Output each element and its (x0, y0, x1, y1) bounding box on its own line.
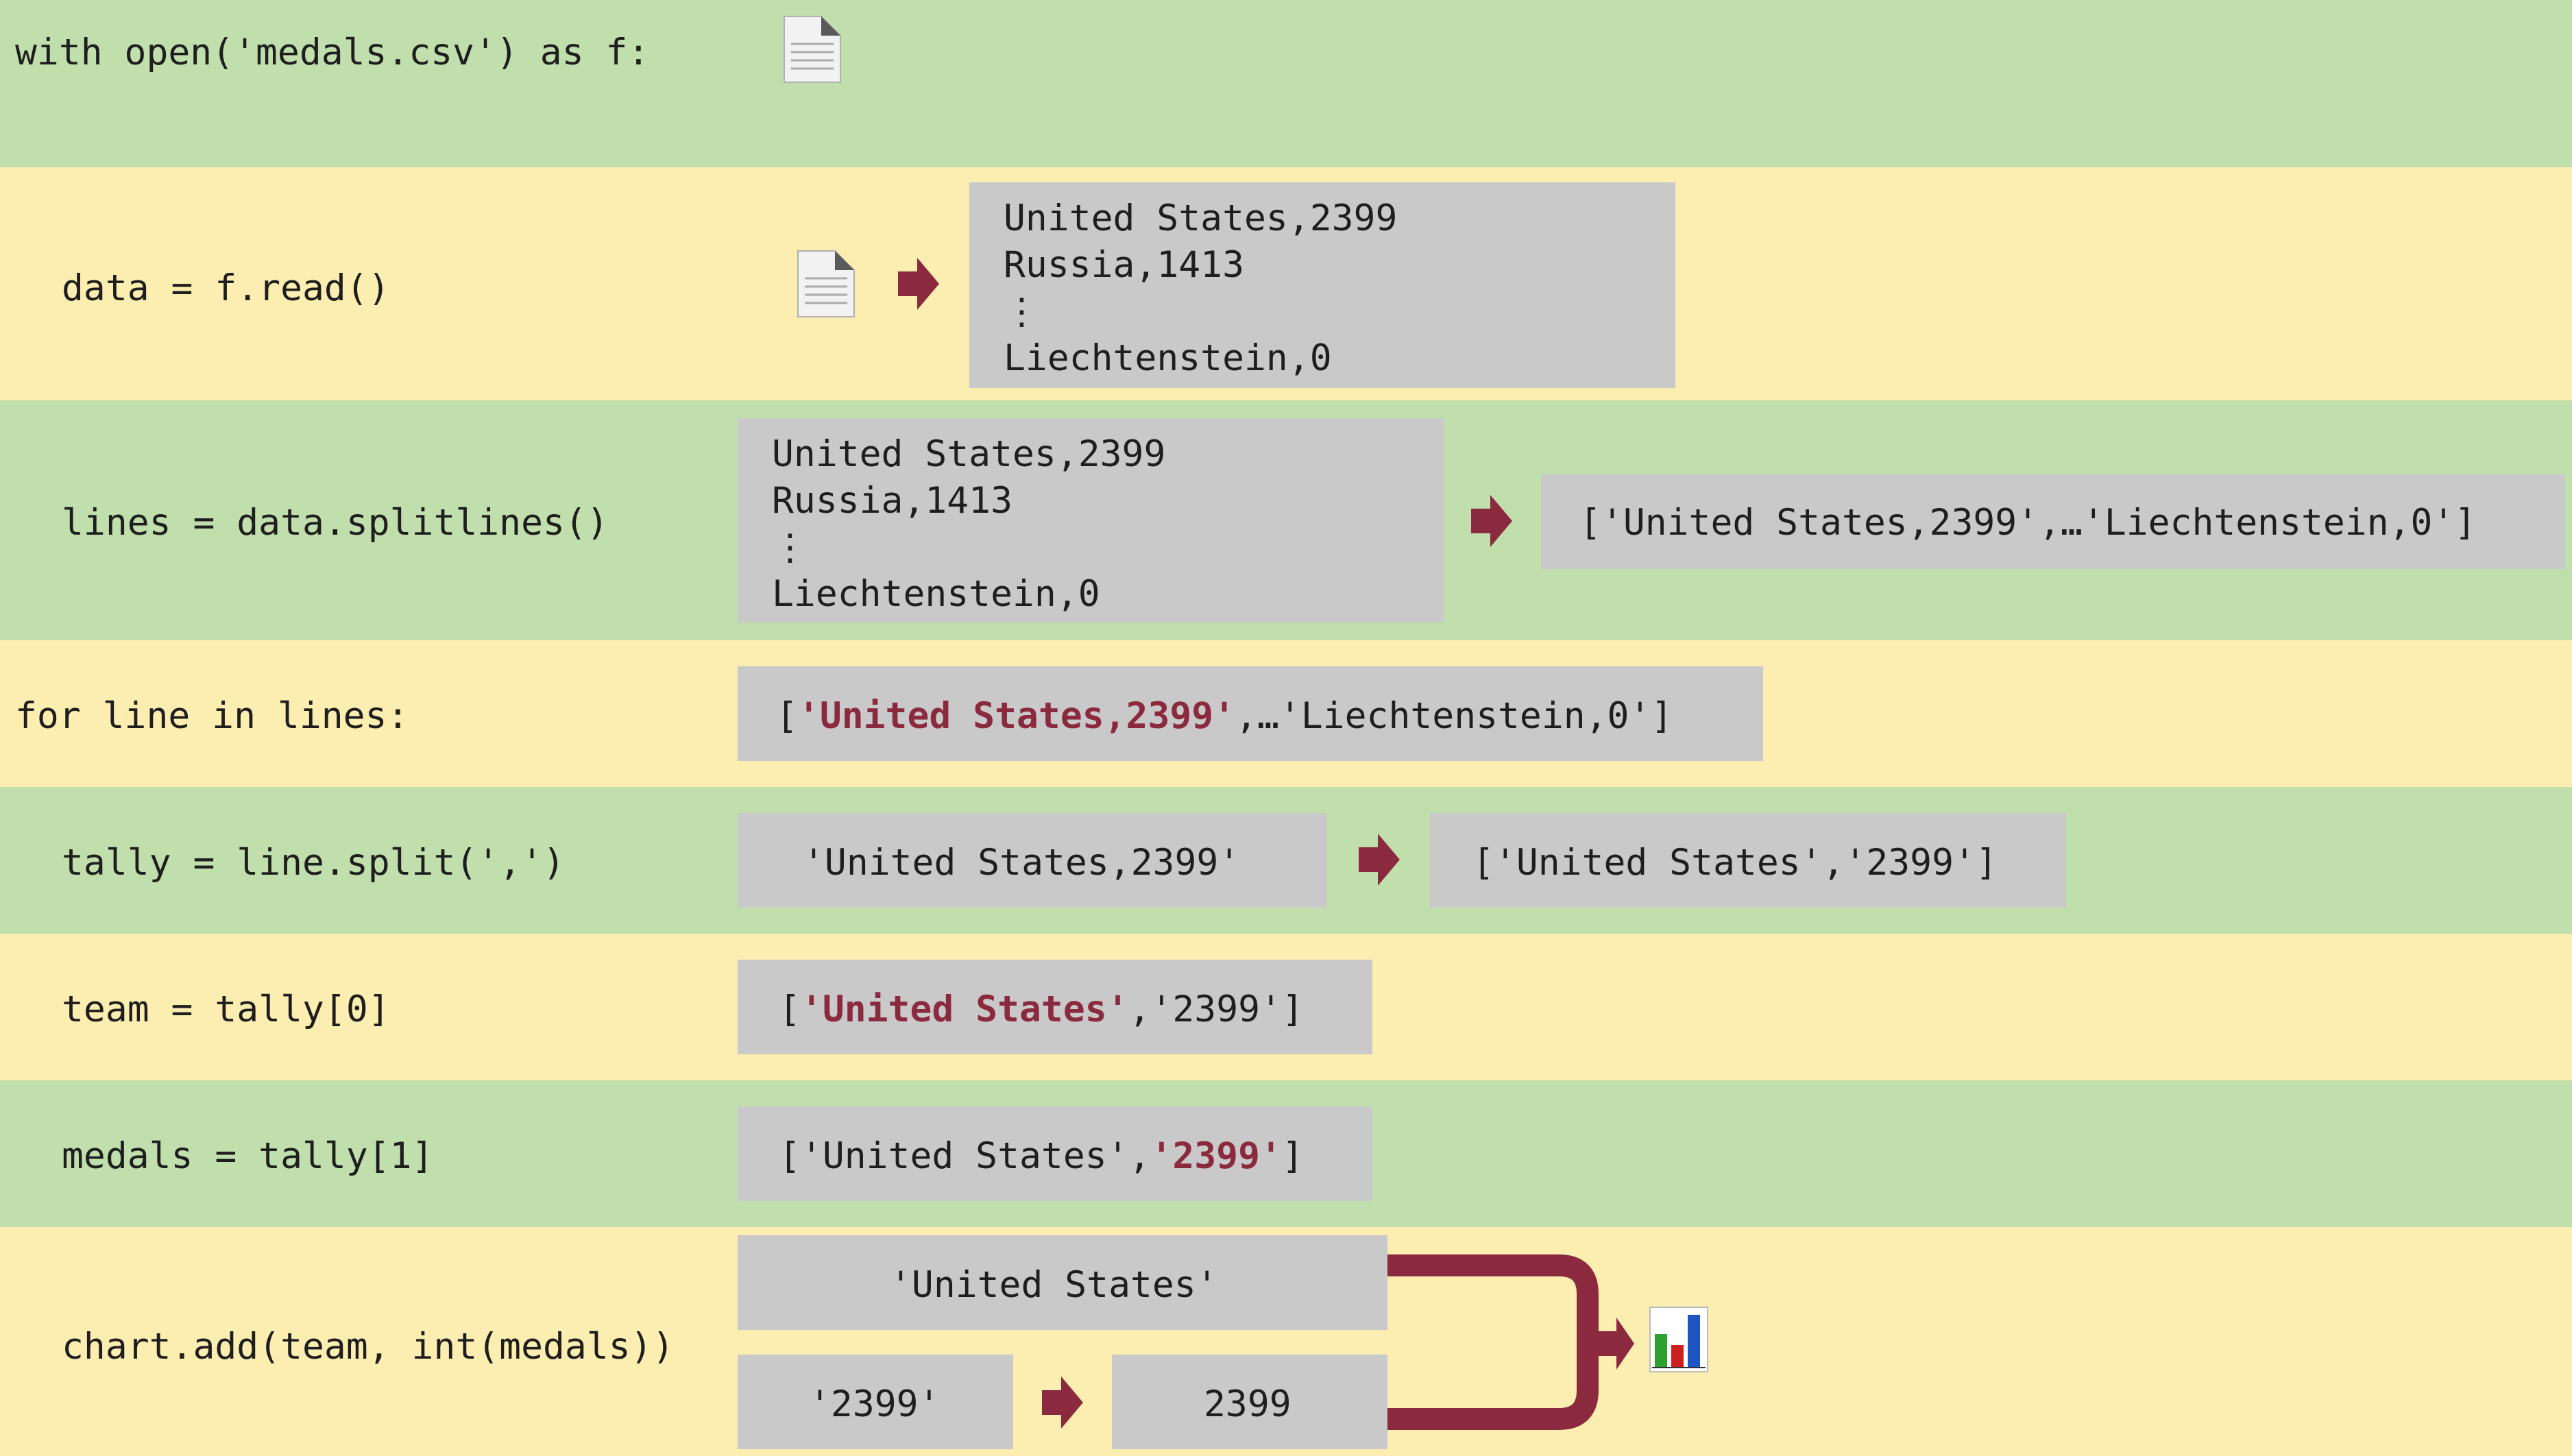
lines-list: ['United States,2399',…'Liechtenstein,0'… (1579, 502, 2477, 544)
code-medals: medals = tally[1] (62, 1135, 434, 1177)
code-chart-add: chart.add(team, int(medals)) (62, 1326, 675, 1368)
line-string-box: 'United States,2399' (738, 813, 1327, 908)
code-read: data = f.read() (62, 267, 390, 309)
row-open (0, 0, 2572, 167)
merge-connector (1387, 1254, 1634, 1430)
document-icon (784, 16, 841, 83)
right-arrow-icon (898, 258, 939, 310)
medals-element: '2399' (1150, 1135, 1282, 1177)
team-value: 'United States' (890, 1264, 1218, 1306)
medals-int-box: 2399 (1112, 1355, 1387, 1449)
tally-list: ['United States','2399'] (1472, 842, 1998, 884)
team-tally-box: ['United States','2399'] (738, 960, 1372, 1054)
medals-string-box: '2399' (738, 1355, 1013, 1449)
code-open: with open('medals.csv') as f: (15, 32, 650, 73)
data-line: United States,2399 (772, 433, 1166, 475)
tally-box: ['United States','2399'] (1430, 813, 2066, 908)
lines-list-box: ['United States,2399',…'Liechtenstein,0'… (1541, 474, 2565, 569)
right-arrow-icon (1359, 834, 1400, 886)
current-line: 'United States,2399' (797, 695, 1236, 737)
code-splitlines: lines = data.splitlines() (62, 502, 609, 544)
code-team: team = tally[0] (62, 988, 390, 1030)
file-line: United States,2399 (1004, 197, 1398, 239)
file-contents-box: United States,2399 Russia,1413 ⋮ Liechte… (969, 182, 1675, 388)
list-rest: ,…'Liechtenstein,0'] (1235, 695, 1673, 737)
list-head: ['United States', (779, 1135, 1151, 1177)
data-string-box: United States,2399 Russia,1413 ⋮ Liechte… (738, 418, 1444, 622)
team-value-box: 'United States' (738, 1235, 1387, 1330)
file-line: ⋮ (1004, 291, 1040, 332)
data-line: ⋮ (772, 526, 808, 568)
loop-list: ['United States,2399',…'Liechtenstein,0'… (776, 698, 1673, 734)
list-bracket: [ (776, 695, 798, 737)
medals-int: 2399 (1204, 1383, 1291, 1425)
loop-list-box: ['United States,2399',…'Liechtenstein,0'… (738, 666, 1763, 761)
list-bracket: [ (779, 988, 801, 1030)
data-line: Russia,1413 (772, 480, 1012, 522)
right-arrow-icon (1042, 1376, 1083, 1429)
medals-string: '2399' (809, 1383, 941, 1425)
medals-tally-box: ['United States','2399'] (738, 1106, 1372, 1201)
code-split: tally = line.split(',') (62, 842, 565, 884)
team-element: 'United States' (800, 988, 1129, 1030)
team-tally: ['United States','2399'] (779, 991, 1304, 1028)
right-arrow-icon (1471, 495, 1512, 547)
line-string: 'United States,2399' (803, 842, 1241, 884)
list-rest: ,'2399'] (1128, 988, 1304, 1030)
file-line: Russia,1413 (1004, 244, 1244, 286)
data-line: Liechtenstein,0 (772, 573, 1100, 615)
bar-chart-icon (1649, 1307, 1708, 1372)
medals-tally: ['United States','2399'] (779, 1138, 1304, 1174)
list-bracket: ] (1281, 1135, 1304, 1177)
code-loop: for line in lines: (15, 695, 409, 737)
document-icon (797, 250, 855, 317)
file-line: Liechtenstein,0 (1004, 337, 1332, 379)
